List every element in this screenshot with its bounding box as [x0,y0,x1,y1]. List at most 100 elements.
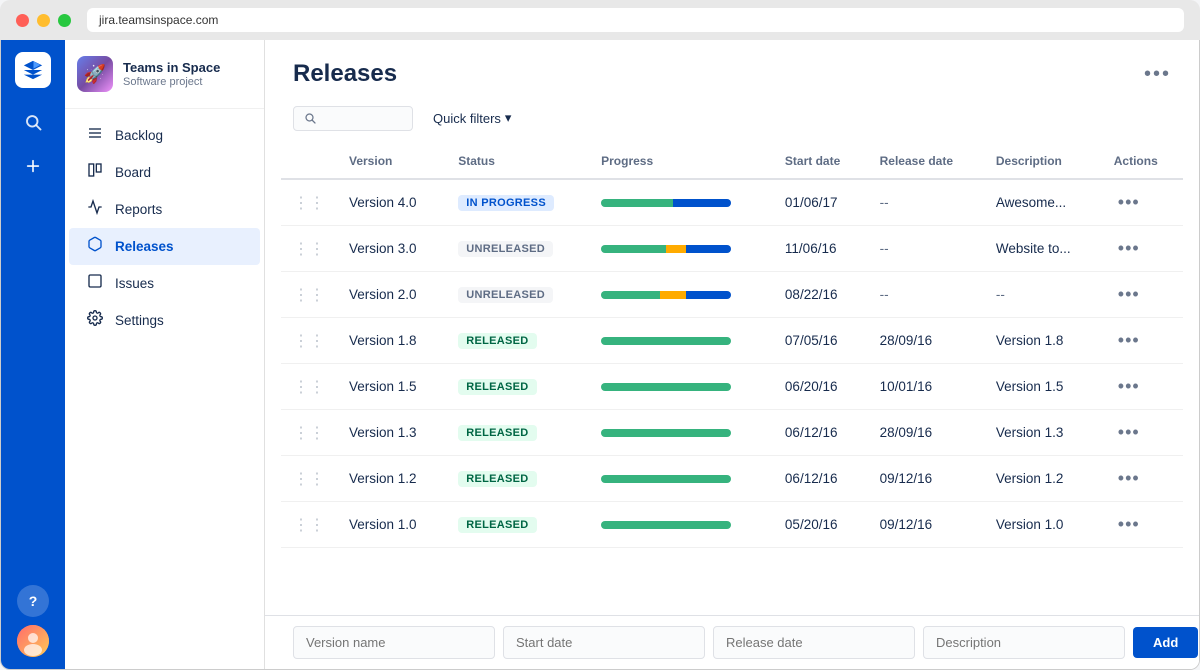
description: Version 1.5 [984,364,1102,410]
status-badge: UNRELEASED [458,287,553,303]
project-info: Teams in Space Software project [123,60,220,89]
version-name: Version 1.3 [337,410,446,456]
status-cell: UNRELEASED [446,272,589,318]
search-icon [304,111,316,125]
sidebar: 🚀 Teams in Space Software project Backlo… [65,40,265,669]
project-avatar: 🚀 [77,56,113,92]
release-date-input[interactable] [713,626,915,659]
table-row: ⋮⋮ Version 4.0 IN PROGRESS 01/06/17 -- A… [281,179,1183,226]
version-name: Version 1.8 [337,318,446,364]
progress-green [601,383,731,391]
table-row: ⋮⋮ Version 1.0 RELEASED 05/20/16 09/12/1… [281,502,1183,548]
table-row: ⋮⋮ Version 1.3 RELEASED 06/12/16 28/09/1… [281,410,1183,456]
progress-green [601,245,666,253]
sidebar-item-label-issues: Issues [115,276,154,291]
help-button[interactable]: ? [17,585,49,617]
description: Version 1.3 [984,410,1102,456]
version-name: Version 2.0 [337,272,446,318]
progress-bar [601,429,731,437]
row-actions-button[interactable]: ••• [1114,282,1144,307]
start-date-input[interactable] [503,626,705,659]
progress-green [601,429,731,437]
sidebar-item-label-releases: Releases [115,239,174,254]
version-name-input[interactable] [293,626,495,659]
col-version: Version [337,144,446,179]
versions-table: Version Status Progress Start date Relea… [281,144,1183,548]
progress-green [601,291,660,299]
board-icon [85,162,105,183]
description-input[interactable] [923,626,1125,659]
progress-bar [601,521,731,529]
progress-cell [589,272,773,318]
sidebar-item-settings[interactable]: Settings [69,302,260,339]
quick-filters-button[interactable]: Quick filters ▾ [421,104,523,132]
start-date: 06/12/16 [773,456,868,502]
page-title: Releases [293,60,397,88]
app-logo[interactable] [15,52,51,88]
drag-handle[interactable]: ⋮⋮ [281,456,337,502]
drag-handle[interactable]: ⋮⋮ [281,364,337,410]
sidebar-item-releases[interactable]: Releases [69,228,260,265]
sidebar-item-reports[interactable]: Reports [69,191,260,228]
minimize-traffic-light[interactable] [37,14,50,27]
drag-handle[interactable]: ⋮⋮ [281,410,337,456]
search-input[interactable] [322,111,402,126]
row-actions-button[interactable]: ••• [1114,190,1144,215]
app-container: ? 🚀 Teams in Space Software project [0,40,1200,670]
drag-handle[interactable]: ⋮⋮ [281,502,337,548]
drag-handle[interactable]: ⋮⋮ [281,318,337,364]
progress-bar [601,245,731,253]
progress-bar [601,291,731,299]
drag-handle[interactable]: ⋮⋮ [281,179,337,226]
description: Website to... [984,226,1102,272]
releases-icon [85,236,105,257]
progress-cell [589,364,773,410]
sidebar-item-board[interactable]: Board [69,154,260,191]
actions-cell: ••• [1102,364,1183,410]
col-release-date: Release date [868,144,984,179]
status-cell: RELEASED [446,456,589,502]
releases-table: Version Status Progress Start date Relea… [265,144,1199,615]
jira-logo-icon [22,59,44,81]
add-button[interactable]: Add [1133,627,1198,658]
more-options-button[interactable]: ••• [1144,63,1171,86]
sidebar-item-issues[interactable]: Issues [69,265,260,302]
release-date: 10/01/16 [868,364,984,410]
chevron-down-icon: ▾ [505,110,512,126]
status-badge: RELEASED [458,333,536,349]
maximize-traffic-light[interactable] [58,14,71,27]
status-badge: RELEASED [458,425,536,441]
progress-bar [601,199,731,207]
actions-cell: ••• [1102,179,1183,226]
sidebar-item-backlog[interactable]: Backlog [69,117,260,154]
backlog-icon [85,125,105,146]
row-actions-button[interactable]: ••• [1114,374,1144,399]
close-traffic-light[interactable] [16,14,29,27]
user-avatar[interactable] [17,625,49,657]
search-nav-icon[interactable] [15,104,51,140]
version-name: Version 1.0 [337,502,446,548]
row-actions-button[interactable]: ••• [1114,328,1144,353]
row-actions-button[interactable]: ••• [1114,466,1144,491]
col-description: Description [984,144,1102,179]
description: Awesome... [984,179,1102,226]
start-date: 08/22/16 [773,272,868,318]
status-badge: IN PROGRESS [458,195,554,211]
drag-handle[interactable]: ⋮⋮ [281,226,337,272]
progress-bar [601,337,731,345]
progress-blue [686,291,732,299]
progress-yellow [660,291,686,299]
release-date: 28/09/16 [868,318,984,364]
row-actions-button[interactable]: ••• [1114,236,1144,261]
progress-blue [673,199,732,207]
drag-handle[interactable]: ⋮⋮ [281,272,337,318]
reports-icon [85,199,105,220]
row-actions-button[interactable]: ••• [1114,512,1144,537]
create-nav-icon[interactable] [15,148,51,184]
start-date: 11/06/16 [773,226,868,272]
status-cell: RELEASED [446,502,589,548]
project-name: Teams in Space [123,60,220,77]
row-actions-button[interactable]: ••• [1114,420,1144,445]
release-date: 09/12/16 [868,456,984,502]
browser-chrome: jira.teamsinspace.com [0,0,1200,40]
